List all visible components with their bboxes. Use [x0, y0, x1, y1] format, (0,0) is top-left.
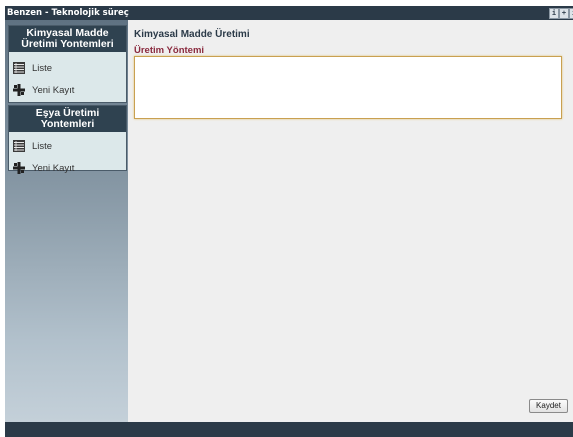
sidebar-section-goods: Eşya Üretimi Yontemleri Liste Yeni Kayıt — [8, 105, 127, 174]
plus-icon[interactable]: + — [559, 8, 569, 19]
production-method-input[interactable] — [134, 56, 562, 119]
new-record-icon — [13, 162, 25, 174]
sidebar-item-label: Liste — [32, 141, 53, 152]
window-title: Benzen - Teknolojik süreç — [7, 8, 129, 18]
bottom-bar — [5, 422, 573, 437]
form-title: Kimyasal Madde Üretimi — [134, 29, 250, 40]
main-panel: Kimyasal Madde Üretimi Üretim Yöntemi Ka… — [128, 20, 573, 422]
sidebar-item-list[interactable]: Liste — [9, 136, 126, 158]
title-bar: Benzen - Teknolojik süreç i + i — [5, 6, 573, 20]
save-button[interactable]: Kaydet — [529, 399, 568, 413]
sidebar-item-list[interactable]: Liste — [9, 58, 126, 80]
sidebar-section-chemical: Kimyasal Madde Üretimi Yontemleri Liste … — [8, 25, 127, 103]
sidebar-section-header: Eşya Üretimi Yontemleri — [9, 106, 126, 132]
list-icon — [13, 140, 25, 152]
sidebar-item-new-record[interactable]: Yeni Kayıt — [9, 158, 126, 180]
sidebar-item-label: Yeni Kayıt — [32, 163, 75, 174]
sidebar-item-label: Liste — [32, 63, 53, 74]
info-icon[interactable]: i — [549, 8, 559, 19]
info-icon-2[interactable]: i — [569, 8, 573, 19]
sidebar-item-new-record[interactable]: Yeni Kayıt — [9, 80, 126, 102]
field-label: Üretim Yöntemi — [134, 45, 205, 56]
sidebar: Kimyasal Madde Üretimi Yontemleri Liste … — [5, 20, 128, 422]
new-record-icon — [13, 84, 25, 96]
list-icon — [13, 62, 25, 74]
sidebar-item-label: Yeni Kayıt — [32, 85, 75, 96]
sidebar-section-header: Kimyasal Madde Üretimi Yontemleri — [9, 26, 126, 52]
